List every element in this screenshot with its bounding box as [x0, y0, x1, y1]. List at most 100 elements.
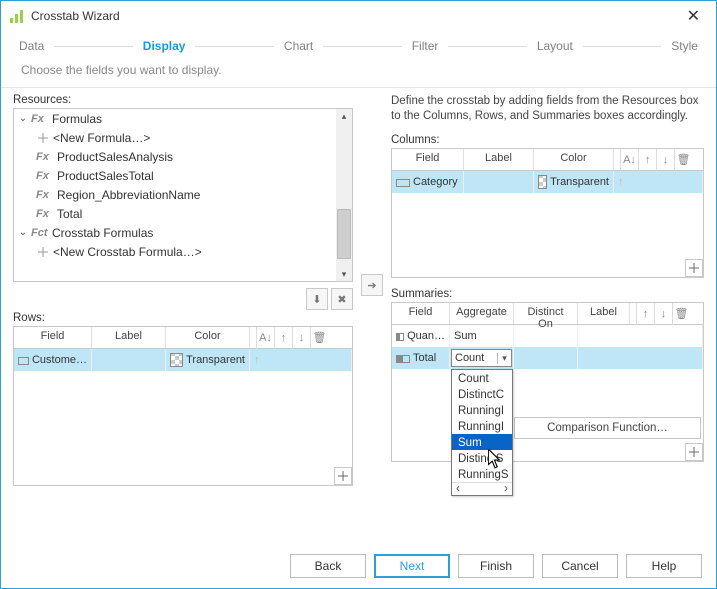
columns-grid-row[interactable]: Category Transparent ↑ [392, 171, 703, 193]
summaries-label: Summaries: [391, 288, 704, 300]
col-color[interactable]: Color [534, 149, 614, 170]
field-icon [18, 357, 29, 365]
step-style[interactable]: Style [667, 37, 702, 55]
aggregate-dropdown[interactable]: Count DistinctC RunningI RunningI Sum Di… [451, 369, 513, 496]
field-icon [396, 355, 410, 363]
transparent-swatch-icon [538, 175, 547, 189]
fx-icon: Fx [36, 151, 54, 163]
resources-label: Resources: [13, 94, 353, 106]
dropdown-option[interactable]: RunningI [452, 418, 512, 434]
columns-label: Columns: [391, 134, 704, 146]
add-row-button[interactable] [334, 467, 352, 485]
scroll-left-icon[interactable]: ‹ [456, 483, 460, 495]
dropdown-option[interactable]: DistinctS [452, 450, 512, 466]
col-field[interactable]: Field [392, 149, 464, 170]
tree-item[interactable]: Region_AbbreviationName [57, 188, 200, 202]
finish-button[interactable]: Finish [458, 554, 534, 578]
cancel-button[interactable]: Cancel [542, 554, 618, 578]
rows-label: Rows: [13, 312, 353, 324]
back-button[interactable]: Back [290, 554, 366, 578]
rows-grid-row[interactable]: Custome… Transparent ↑ [14, 349, 352, 371]
tree-item[interactable]: ProductSalesTotal [57, 169, 154, 183]
tree-new-formula[interactable]: <New Formula…> [53, 131, 150, 145]
plus-icon [36, 245, 50, 259]
step-filter[interactable]: Filter [408, 37, 443, 55]
fx-icon: Fx [36, 189, 54, 201]
row-color-val: Transparent [186, 354, 245, 366]
field-icon [396, 179, 410, 187]
col-field[interactable]: Field [14, 327, 92, 348]
add-summary-button[interactable] [685, 443, 703, 461]
dropdown-option[interactable]: Sum [452, 434, 512, 450]
step-data[interactable]: Data [15, 37, 48, 55]
add-field-button[interactable]: ➔ [361, 274, 383, 296]
up-button[interactable]: ↑ [638, 149, 656, 171]
fx-icon: Fx [36, 208, 54, 220]
chevron-down-icon[interactable]: ▾ [497, 353, 511, 364]
delete-button[interactable]: 🗑 [672, 303, 690, 325]
plus-icon [36, 131, 50, 145]
chevron-down-icon[interactable]: ⌄ [18, 227, 28, 238]
dropdown-option[interactable]: Count [452, 370, 512, 386]
app-icon [9, 8, 25, 24]
aggregate-value: Count [452, 352, 497, 364]
tree-new-crosstab[interactable]: <New Crosstab Formula…> [53, 245, 202, 259]
down-button[interactable]: ↓ [654, 303, 672, 325]
wizard-steps: Data Display Chart Filter Layout Style [1, 31, 716, 55]
down-button[interactable]: ↓ [656, 149, 674, 171]
col-field-val: Category [413, 176, 458, 188]
tree-group-formulas[interactable]: Formulas [52, 112, 102, 126]
resources-tree[interactable]: ⌄FxFormulas <New Formula…> FxProductSale… [13, 108, 353, 282]
sort-button[interactable]: A↓ [256, 327, 274, 349]
summaries-row[interactable]: Total Count▾ [392, 347, 703, 369]
delete-button[interactable]: 🗑 [310, 327, 328, 349]
subtitle: Choose the fields you want to display. [1, 55, 716, 87]
description: Define the crosstab by adding fields fro… [391, 94, 704, 128]
col-label[interactable]: Label [464, 149, 534, 170]
summaries-grid[interactable]: Field Aggregate Distinct On Label ↑↓🗑 Qu… [391, 302, 704, 462]
col-label[interactable]: Label [578, 303, 630, 324]
fx-icon: Fx [31, 113, 49, 125]
row-field-val: Custome… [32, 354, 87, 366]
col-field[interactable]: Field [392, 303, 450, 324]
help-button[interactable]: Help [626, 554, 702, 578]
up-button[interactable]: ↑ [636, 303, 654, 325]
delete-button[interactable]: 🗑 [674, 149, 692, 171]
dropdown-option[interactable]: RunningS [452, 466, 512, 482]
col-color[interactable]: Color [166, 327, 250, 348]
col-color-val: Transparent [550, 176, 609, 188]
fct-icon: Fct [31, 227, 49, 239]
col-aggregate[interactable]: Aggregate [450, 303, 514, 324]
scroll-right-icon[interactable]: › [504, 483, 508, 495]
next-button[interactable]: Next [374, 554, 450, 578]
down-button[interactable]: ↓ [292, 327, 310, 349]
step-display[interactable]: Display [139, 37, 190, 55]
columns-grid[interactable]: Field Label Color A↓↑↓🗑 Category Transpa… [391, 148, 704, 278]
close-button[interactable]: ✕ [679, 4, 708, 28]
sum-agg: Sum [454, 330, 477, 342]
col-distinct[interactable]: Distinct On [514, 303, 578, 324]
sum-field: Quan… [407, 330, 445, 342]
step-chart[interactable]: Chart [280, 37, 317, 55]
add-column-button[interactable] [685, 259, 703, 277]
dropdown-option[interactable]: RunningI [452, 402, 512, 418]
aggregate-select[interactable]: Count▾ [451, 349, 512, 367]
up-button[interactable]: ↑ [274, 327, 292, 349]
col-label[interactable]: Label [92, 327, 166, 348]
fx-icon: Fx [36, 170, 54, 182]
tree-item[interactable]: Total [57, 207, 82, 221]
sort-button[interactable]: A↓ [620, 149, 638, 171]
chevron-down-icon[interactable]: ⌄ [18, 113, 28, 124]
comparison-function-button[interactable]: Comparison Function… [514, 417, 701, 439]
move-down-button[interactable]: ⬇ [306, 288, 328, 310]
field-icon [396, 333, 404, 341]
summaries-row[interactable]: Quan… Sum [392, 325, 703, 347]
scrollbar[interactable]: ▴▾ [336, 109, 352, 281]
tree-group-crosstab[interactable]: Crosstab Formulas [52, 226, 153, 240]
dropdown-option[interactable]: DistinctC [452, 386, 512, 402]
remove-button[interactable]: ✖ [331, 288, 353, 310]
step-layout[interactable]: Layout [533, 37, 577, 55]
tree-item[interactable]: ProductSalesAnalysis [57, 150, 173, 164]
rows-grid[interactable]: Field Label Color A↓↑↓🗑 Custome… Transpa… [13, 326, 353, 486]
transparent-swatch-icon [170, 353, 183, 367]
